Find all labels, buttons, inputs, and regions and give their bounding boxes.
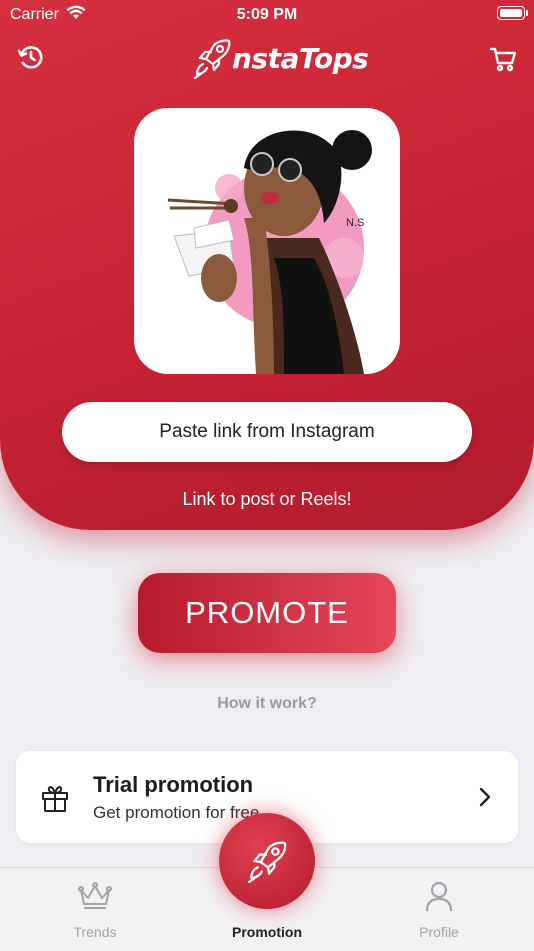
link-hint: Link to post or Reels! [182, 489, 352, 509]
trial-title: Trial promotion [93, 772, 254, 797]
clock: 5:09 PM [236, 6, 298, 23]
trial-subtitle: Get promotion for free [93, 803, 260, 822]
post-preview-image: N.S [134, 108, 400, 374]
rocket-icon [248, 841, 287, 883]
logo-text: nstaTops [232, 41, 369, 75]
svg-text:N.S: N.S [346, 217, 364, 229]
tab-promotion-label[interactable]: Promotion [0, 924, 534, 940]
promote-button[interactable]: PROMOTE [138, 573, 396, 653]
cart-icon[interactable] [486, 42, 520, 76]
person-icon [425, 881, 453, 912]
how-it-works-link[interactable]: How it work? [0, 695, 534, 713]
app-logo: nstaTops [192, 36, 369, 80]
status-bar: Carrier 5:09 PM [0, 0, 534, 30]
tab-promotion[interactable] [219, 813, 315, 909]
chevron-right-icon [479, 787, 491, 807]
battery-icon [497, 6, 528, 20]
paste-link-button[interactable]: Paste link from Instagram [62, 402, 472, 462]
gift-icon [42, 786, 68, 812]
crown-icon [78, 882, 112, 909]
rocket-logo-icon [193, 39, 231, 79]
history-icon[interactable] [14, 40, 48, 74]
